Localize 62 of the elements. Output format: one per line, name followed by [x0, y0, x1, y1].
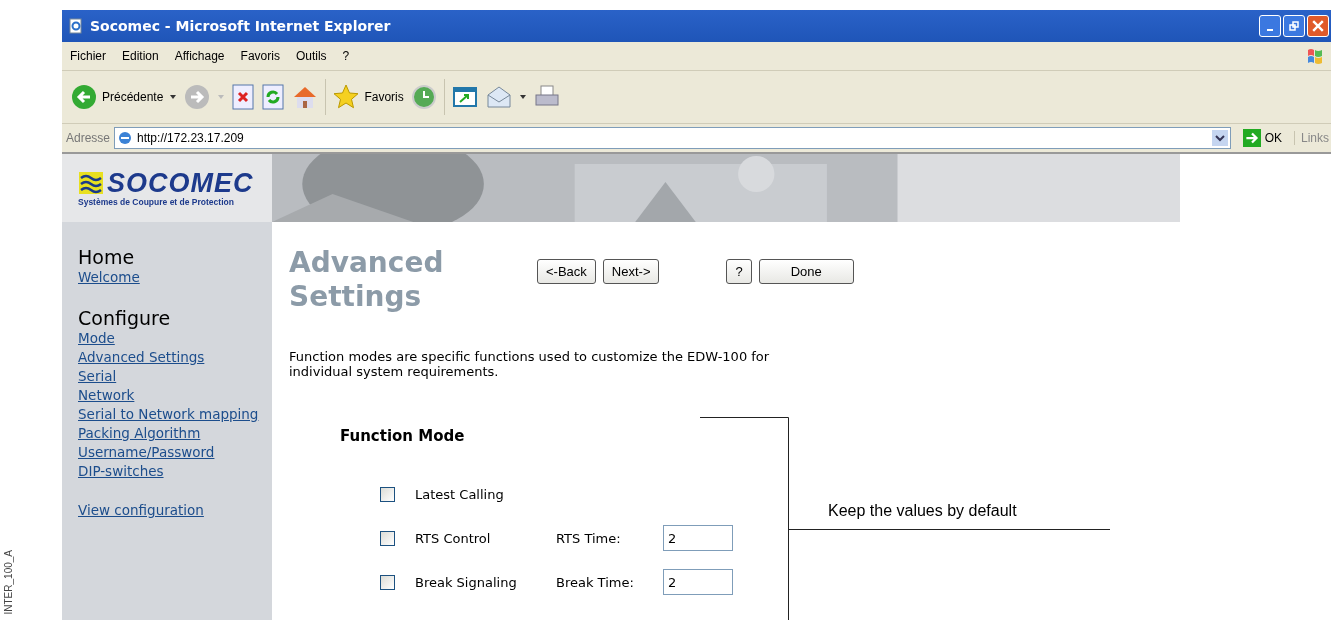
checkbox[interactable]: [380, 530, 395, 546]
address-field[interactable]: http://172.23.17.209: [114, 127, 1231, 149]
close-icon: [1312, 20, 1324, 32]
minimize-icon: [1267, 29, 1273, 31]
nav-button[interactable]: <-Back: [537, 259, 596, 284]
menu-item[interactable]: Outils: [287, 49, 335, 63]
address-label: Adresse: [66, 131, 111, 145]
sidebar-link[interactable]: Advanced Settings: [78, 348, 205, 367]
annotation-text: Keep the values by default: [828, 502, 1017, 520]
field-label: RTS Time:: [556, 530, 622, 546]
stop-icon[interactable]: [231, 83, 256, 111]
menu-item[interactable]: Favoris: [232, 49, 288, 63]
section-title: Function Mode: [340, 427, 466, 445]
menu-item[interactable]: Affichage: [166, 49, 233, 63]
dropdown-arrow-icon: [169, 93, 178, 101]
refresh-icon[interactable]: [261, 83, 286, 111]
browser-previous-button[interactable]: Précédente: [70, 83, 164, 111]
option-label: Break Signaling: [415, 574, 518, 590]
sidebar-link[interactable]: Serial to Network mapping: [78, 405, 259, 424]
minimize-button[interactable]: [1259, 15, 1281, 37]
window-title: Socomec - Microsoft Internet Explorer: [90, 18, 391, 34]
sidebar-link[interactable]: DIP-switches: [78, 462, 164, 481]
arrow-right-icon: [1242, 129, 1261, 147]
sidebar-heading: Home: [78, 246, 135, 268]
sidebar-link[interactable]: Packing Algorithm: [78, 424, 201, 443]
side-label: INTER_100_A: [3, 549, 14, 614]
logo-icon: [78, 172, 104, 194]
favorites-button[interactable]: Favoris: [332, 83, 404, 111]
checkbox[interactable]: [380, 486, 395, 502]
done-button[interactable]: Done: [758, 259, 854, 284]
option-label: Latest Calling: [415, 486, 505, 502]
input-field[interactable]: 2: [663, 569, 733, 595]
menu-item[interactable]: Edition: [114, 49, 167, 63]
input-field[interactable]: 2: [663, 525, 733, 551]
field-label: Break Time:: [556, 574, 635, 590]
sidebar-link[interactable]: Welcome: [78, 268, 140, 287]
option-label: RTS Control: [415, 530, 492, 546]
windows-logo-icon: [1305, 46, 1325, 66]
sidebar-link[interactable]: Username/Password: [78, 443, 215, 462]
description-text: Function modes are specific functions used to customize the EDW-100 for individual system requirements.: [289, 349, 771, 379]
restore-button[interactable]: [1283, 15, 1305, 37]
checkbox[interactable]: [380, 574, 395, 590]
logo-wordmark: SOCOMEC: [107, 169, 254, 197]
logo-tagline: Systèmes de Coupure et de Protection: [78, 196, 235, 207]
go-button[interactable]: OK: [1234, 129, 1290, 147]
dropdown-arrow-icon: [518, 93, 527, 101]
restore-icon: [1289, 21, 1299, 31]
menu-item[interactable]: ?: [334, 49, 358, 63]
page-title: Advanced Settings: [289, 246, 445, 314]
menu-item[interactable]: Fichier: [62, 49, 114, 63]
sidebar-heading: Configure: [78, 307, 171, 329]
close-button[interactable]: [1307, 15, 1329, 37]
arrow-left-icon: [70, 83, 98, 111]
sidebar-link[interactable]: Mode: [78, 329, 115, 348]
sidebar-link[interactable]: View configuration: [78, 501, 204, 520]
nav-button[interactable]: Next->: [602, 259, 660, 284]
help-button[interactable]: ?: [726, 259, 752, 284]
sidebar-link[interactable]: Network: [78, 386, 135, 405]
history-icon[interactable]: [409, 83, 438, 111]
star-icon: [332, 83, 361, 111]
sidebar-link[interactable]: Serial: [78, 367, 117, 386]
dropdown-arrow-icon: [217, 93, 226, 101]
